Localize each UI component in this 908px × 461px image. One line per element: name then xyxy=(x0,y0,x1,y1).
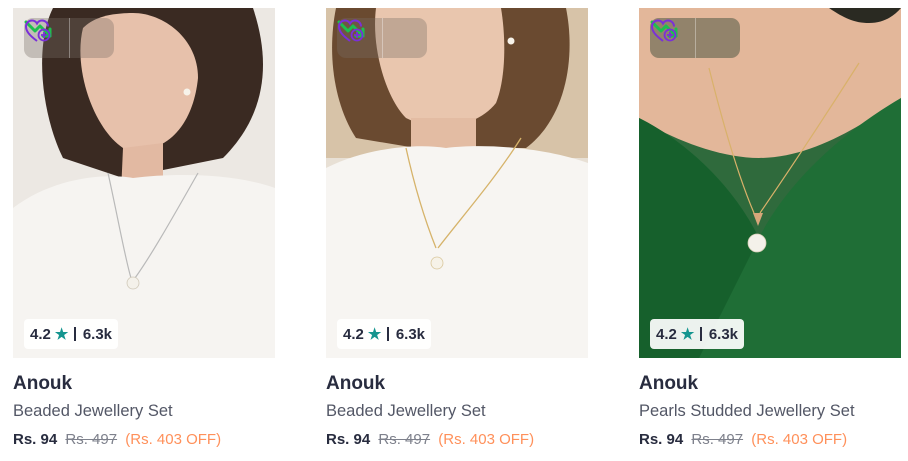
heart-plus-icon xyxy=(650,19,677,42)
wishlist-button[interactable] xyxy=(650,18,741,58)
star-icon: ★ xyxy=(680,326,695,343)
original-price: Rs. 497 xyxy=(691,431,744,448)
product-image[interactable]: 4.2 ★ 6.3k xyxy=(639,8,901,358)
product-image[interactable]: 4.2 ★ 6.3k xyxy=(326,8,588,358)
heart-plus-icon xyxy=(24,19,51,42)
product-card[interactable]: 4.2 ★ 6.3k Anouk Pearls Studded Jeweller… xyxy=(639,8,901,458)
selling-price: Rs. 94 xyxy=(326,431,371,448)
product-image[interactable]: 4.2 ★ 6.3k xyxy=(13,8,275,358)
product-price: Rs. 94 Rs. 497 (Rs. 403 OFF) xyxy=(639,431,901,449)
product-brand[interactable]: Anouk xyxy=(639,373,901,395)
heart-plus-icon xyxy=(337,19,364,42)
star-icon: ★ xyxy=(367,326,382,343)
discount: (Rs. 403 OFF) xyxy=(125,431,222,448)
original-price: Rs. 497 xyxy=(65,431,118,448)
product-grid: 4.2 ★ 6.3k Anouk Beaded Jewellery Set Rs… xyxy=(0,0,908,461)
rating-divider xyxy=(387,327,389,341)
rating-value: 4.2 xyxy=(30,325,51,343)
product-price: Rs. 94 Rs. 497 (Rs. 403 OFF) xyxy=(326,431,588,449)
rating-value: 4.2 xyxy=(343,325,364,343)
product-card[interactable]: 4.2 ★ 6.3k Anouk Beaded Jewellery Set Rs… xyxy=(13,8,275,458)
rating-badge: 4.2 ★ 6.3k xyxy=(24,319,119,349)
product-name[interactable]: Beaded Jewellery Set xyxy=(13,401,275,421)
rating-count: 6.3k xyxy=(82,325,113,343)
product-brand[interactable]: Anouk xyxy=(326,373,588,395)
product-brand[interactable]: Anouk xyxy=(13,373,275,395)
product-name[interactable]: Beaded Jewellery Set xyxy=(326,401,588,421)
wishlist-button[interactable] xyxy=(24,18,115,58)
quick-actions xyxy=(24,18,114,58)
rating-divider xyxy=(74,327,76,341)
product-name[interactable]: Pearls Studded Jewellery Set xyxy=(639,401,901,421)
product-photo xyxy=(639,8,901,358)
rating-value: 4.2 xyxy=(656,325,677,343)
rating-count: 6.3k xyxy=(708,325,739,343)
rating-badge: 4.2 ★ 6.3k xyxy=(650,319,745,349)
product-photo xyxy=(13,8,275,358)
quick-actions xyxy=(650,18,740,58)
discount: (Rs. 403 OFF) xyxy=(751,431,848,448)
original-price: Rs. 497 xyxy=(378,431,431,448)
product-photo xyxy=(326,8,588,358)
rating-count: 6.3k xyxy=(395,325,426,343)
wishlist-button[interactable] xyxy=(337,18,428,58)
selling-price: Rs. 94 xyxy=(13,431,58,448)
product-price: Rs. 94 Rs. 497 (Rs. 403 OFF) xyxy=(13,431,275,449)
quick-actions xyxy=(337,18,427,58)
star-icon: ★ xyxy=(54,326,69,343)
discount: (Rs. 403 OFF) xyxy=(438,431,535,448)
product-card[interactable]: 4.2 ★ 6.3k Anouk Beaded Jewellery Set Rs… xyxy=(326,8,588,458)
rating-divider xyxy=(700,327,702,341)
rating-badge: 4.2 ★ 6.3k xyxy=(337,319,432,349)
selling-price: Rs. 94 xyxy=(639,431,684,448)
